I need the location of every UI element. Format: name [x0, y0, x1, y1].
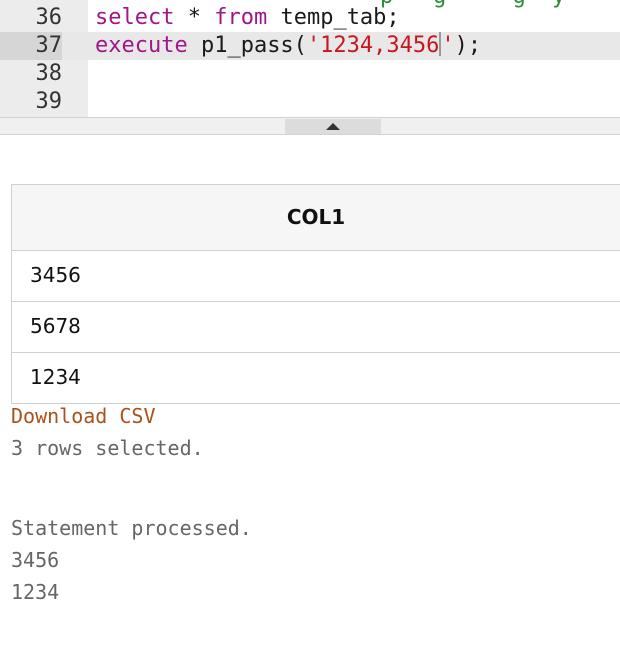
pane-splitter[interactable] — [0, 117, 620, 135]
sql-editor[interactable]: p g g y 36 select * from temp_tab; 37 ex… — [0, 0, 620, 117]
statement-status: Statement processed. — [11, 516, 252, 540]
code-line-36[interactable]: 36 select * from temp_tab; — [0, 4, 620, 32]
code-plain: * — [174, 5, 215, 30]
line-number: 37 — [0, 32, 62, 60]
keyword-select: select — [95, 5, 175, 30]
keyword-from: from — [214, 5, 268, 30]
keyword-execute: execute — [95, 33, 188, 58]
string-literal-end: ' — [441, 33, 455, 58]
code-plain: ); — [454, 33, 482, 58]
code-line-37[interactable]: 37 execute p1_pass('1234,3456'); — [0, 32, 620, 60]
table-row: 1234 — [12, 353, 620, 404]
download-csv-link[interactable]: Download CSV — [11, 404, 156, 428]
output-line: 3456 — [11, 548, 60, 572]
code-text[interactable]: select * from temp_tab; — [95, 4, 400, 32]
code-plain: temp_tab; — [267, 5, 400, 30]
rows-selected-summary: 3 rows selected. — [11, 436, 204, 460]
results-table: COL1 3456 5678 1234 — [11, 184, 620, 404]
table-row: 5678 — [12, 302, 620, 353]
output-line: 1234 — [11, 580, 60, 604]
table-row: 3456 — [12, 251, 620, 302]
line-number: 36 — [35, 5, 63, 30]
chevron-up-icon — [326, 123, 340, 130]
code-line-39[interactable]: 39 — [0, 88, 620, 116]
code-line-38[interactable]: 38 — [0, 60, 620, 88]
string-literal: '1234,3456 — [306, 33, 440, 58]
column-header-col1[interactable]: COL1 — [12, 185, 620, 251]
code-text[interactable]: execute p1_pass('1234,3456'); — [95, 32, 481, 60]
collapse-editor-button[interactable] — [285, 119, 381, 134]
line-number: 38 — [35, 61, 63, 86]
line-number: 39 — [35, 89, 63, 114]
code-plain: p1_pass( — [187, 33, 307, 58]
